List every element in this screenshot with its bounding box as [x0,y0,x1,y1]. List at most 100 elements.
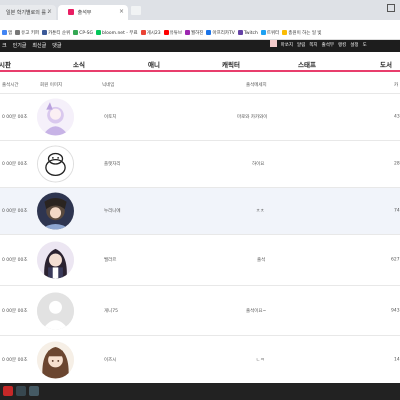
app-icon[interactable] [3,386,13,396]
attendance-time: 0 00분 00초 [2,162,28,167]
column-header-message: 출석메세지 [246,83,267,88]
tab-label: 출석부 [77,10,92,16]
window-restore-icon[interactable] [387,4,395,12]
bookmark-favicon-icon [185,30,191,35]
attendance-count: 28 [394,161,400,167]
site-nav-link[interactable]: 설정 [350,40,358,52]
bookmark-label: 유튜브 [169,31,183,36]
bookmark-favicon-icon [73,30,79,35]
site-nav-link[interactable]: 댓글 [52,40,61,52]
site-nav-link[interactable]: 출석부 [322,40,334,52]
browser-tab[interactable]: 일본 학기별로의 를 - × [0,5,56,20]
attendance-message: ㄴㅋ [256,357,265,363]
attendance-message: 출석 [257,258,266,263]
avatar[interactable] [37,292,74,329]
category-staff[interactable]: 스태프 [298,59,316,69]
bookmarks-bar: 앱 유고 키퍼 카툰티 순위 CP-SG bloom.net - 무료 게시23 유튜브 월하… [0,28,400,40]
nickname[interactable]: 누리니에 [104,208,121,214]
bookmark-label: CP-SG [79,31,94,36]
site-nav-link[interactable]: 크 [2,40,7,52]
bookmark-item[interactable]: 카툰티 순위 [42,28,71,39]
browser-tab-strip: 일본 학기별로의 를 - × 출석부 × [0,0,400,20]
nickname[interactable]: 이즈시 [104,357,116,363]
bookmark-item[interactable]: Twitch [237,28,258,39]
bookmark-item[interactable]: 게시23 [140,28,161,39]
category-character[interactable]: 캐릭터 [222,59,240,69]
bookmark-item[interactable]: CP-SG [73,28,94,39]
nickname[interactable]: 플랫자리 [104,161,121,167]
bookmark-item[interactable]: 총원이 하는 일 빛 [282,28,322,39]
site-nav-link[interactable]: 도 [363,40,367,52]
bookmark-label: 게시23 [146,31,161,36]
table-row: 0 00분 00초 이토치 마로와 카카와이 43 [0,93,400,140]
bookmark-label: 유고 키퍼 [21,31,40,36]
bookmark-label: 앱 [8,31,13,36]
site-nav-link[interactable]: 랭킹 [338,40,346,52]
tab-label: 일본 학기별로의 를 - [6,10,50,16]
category-nav: 시판 소식 애니 캐릭터 스태프 도서 [0,55,400,72]
nickname[interactable]: 이토치 [104,114,116,120]
bookmark-favicon-icon [15,30,21,35]
avatar[interactable] [37,192,74,230]
site-nav-link[interactable]: 최신글 [32,40,46,52]
bookmark-item[interactable]: 유고 키퍼 [15,28,40,39]
table-row: 0 00분 00초 밸라르 출석 627 [0,234,400,285]
os-taskbar [0,383,400,400]
attendance-count: 74 [394,208,400,214]
site-top-nav: 크 인기글 최신글 댓글 마쏘지 알림 쪽지 출석부 랭킹 설정 도 [0,40,400,52]
attendance-message: 하이요 [252,162,265,167]
bookmark-label: bloom.net - 무료 [102,31,138,36]
app-icon[interactable] [29,386,39,396]
attendance-count: 14 [394,357,400,362]
avatar[interactable] [37,145,74,183]
avatar[interactable] [270,40,277,47]
attendance-message: ㅊㅊ [256,209,265,214]
table-row: 0 00분 00초 게니75 출석이요~ 943 [0,285,400,335]
category-anime[interactable]: 애니 [148,59,160,69]
new-tab-button[interactable] [131,6,141,15]
attendance-time: 0 00분 00초 [2,308,28,314]
close-icon[interactable]: × [47,8,52,15]
bookmark-item[interactable]: 월하진 [185,28,204,39]
browser-tab-active[interactable]: 출석부 × [58,5,128,20]
bookmark-label: 아프리카TV [212,31,235,36]
bookmark-item[interactable]: 아프리카TV [206,28,235,39]
category-board[interactable]: 시판 [0,59,11,69]
site-nav-link[interactable]: 쪽지 [309,40,317,52]
avatar[interactable] [37,241,74,279]
bookmark-item[interactable]: bloom.net - 무료 [96,28,138,39]
table-header: 출석시간 회원 이미지 닉네임 출석메세지 카 [0,80,400,92]
bookmark-label: 월하진 [191,31,204,36]
favicon-icon [68,9,74,15]
site-nav-left: 크 인기글 최신글 댓글 [2,40,67,52]
attendance-count: 627 [391,257,400,263]
app-icon[interactable] [16,386,26,396]
attendance-time: 0 00분 00초 [2,209,28,214]
category-books[interactable]: 도서 [380,59,392,69]
attendance-count: 43 [394,114,400,120]
site-nav-link[interactable]: 인기글 [13,40,27,52]
bookmark-item[interactable]: 트위터 [260,28,279,39]
category-news[interactable]: 소식 [73,59,85,69]
close-icon[interactable]: × [119,8,124,15]
nickname[interactable]: 게니75 [104,308,118,314]
bookmark-favicon-icon [163,30,169,35]
site-nav-right: 마쏘지 알림 쪽지 출석부 랭킹 설정 도 [270,40,371,52]
bookmark-favicon-icon [140,30,146,35]
nickname[interactable]: 밸라르 [104,257,116,263]
bookmark-favicon-icon [282,30,288,35]
table-row: 0 00분 00초 이즈시 ㄴㅋ 14 [0,335,400,383]
bookmark-item[interactable]: 앱 [2,28,13,39]
attendance-message: 마로와 카카와이 [237,115,268,120]
avatar[interactable] [37,341,74,378]
column-header-nickname: 닉네임 [102,83,115,88]
bookmark-item[interactable]: 유튜브 [163,28,183,39]
bookmark-label: 총원이 하는 일 빛 [288,31,322,36]
attendance-time: 0 00분 00초 [2,115,28,120]
bookmark-favicon-icon [260,30,266,35]
site-nav-link[interactable]: 마쏘지 [281,40,293,52]
bookmark-label: 카툰티 순위 [48,31,71,36]
bookmark-favicon-icon [96,30,102,35]
avatar[interactable] [37,98,74,136]
site-nav-link[interactable]: 알림 [297,40,305,52]
